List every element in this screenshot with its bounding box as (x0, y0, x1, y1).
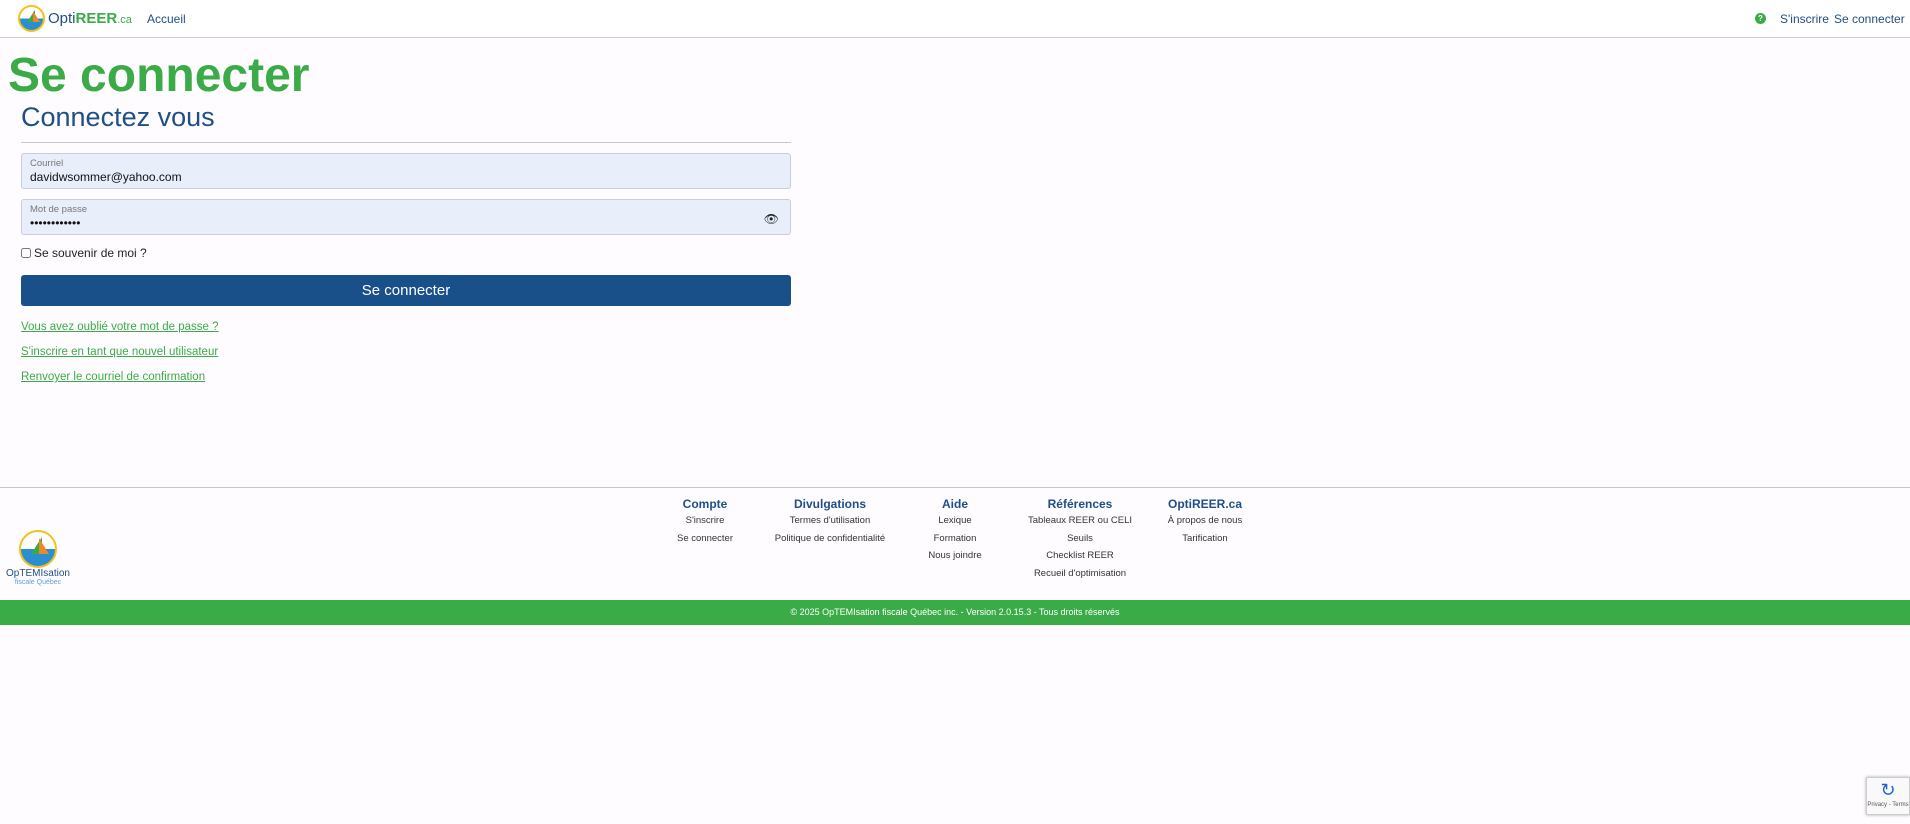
footer-divider (0, 487, 1910, 488)
remember-me[interactable]: Se souvenir de moi ? (21, 246, 147, 260)
footer-link[interactable]: Checklist REER (980, 550, 1180, 568)
email-input[interactable] (30, 170, 730, 184)
footer-link[interactable]: Recueil d'optimisation (980, 568, 1180, 586)
footer-col-optireer: OptiREER.ca À propos de nous Tarificatio… (1105, 497, 1305, 550)
logo-icon (18, 5, 45, 32)
recaptcha-icon: ↻ (1880, 780, 1896, 800)
remember-checkbox[interactable] (21, 248, 31, 258)
optireer-logo[interactable]: OptiREER.ca (18, 5, 132, 32)
recaptcha-badge[interactable]: ↻ Privacy - Terms (1866, 777, 1910, 815)
nav-login-link[interactable]: Se connecter (1834, 12, 1905, 26)
divider (21, 142, 791, 143)
logo-text: OptiREER.ca (48, 10, 132, 27)
help-icon[interactable]: ? (1755, 13, 1766, 24)
nav-register-link[interactable]: S'inscrire (1780, 12, 1829, 26)
page-title: Se connecter (8, 49, 310, 102)
email-label: Courriel (30, 158, 64, 169)
forgot-password-link[interactable]: Vous avez oublié votre mot de passe ? (21, 321, 219, 333)
register-link[interactable]: S'inscrire en tant que nouvel utilisateu… (21, 346, 218, 358)
footer-link[interactable]: Tarification (1105, 533, 1305, 551)
footer-logo: OpTEMIsation fiscale Québec (6, 530, 70, 586)
eye-icon[interactable]: 👁 (764, 212, 779, 226)
password-input[interactable]: •••••••••••• (30, 216, 730, 230)
footer-link[interactable]: À propos de nous (1105, 515, 1305, 533)
footer-col-title: OptiREER.ca (1167, 497, 1242, 511)
email-field[interactable]: Courriel (21, 153, 791, 189)
footer-logo-icon (19, 530, 57, 568)
password-field[interactable]: Mot de passe •••••••••••• 👁 (21, 199, 791, 235)
recaptcha-terms[interactable]: Privacy - Terms (1867, 802, 1909, 808)
form-subtitle: Connectez vous (21, 102, 215, 132)
footer-logo-tag: fiscale Québec (14, 579, 62, 586)
password-label: Mot de passe (30, 204, 88, 215)
footer-logo-name: OpTEMIsation (6, 568, 70, 579)
resend-confirmation-link[interactable]: Renvoyer le courriel de confirmation (21, 371, 205, 383)
login-button[interactable]: Se connecter (21, 275, 791, 306)
copyright-bar: © 2025 OpTEMIsation fiscale Québec inc. … (0, 600, 1910, 625)
nav-home-link[interactable]: Accueil (147, 12, 186, 26)
remember-label: Se souvenir de moi ? (34, 246, 147, 260)
top-navbar (0, 0, 1910, 38)
